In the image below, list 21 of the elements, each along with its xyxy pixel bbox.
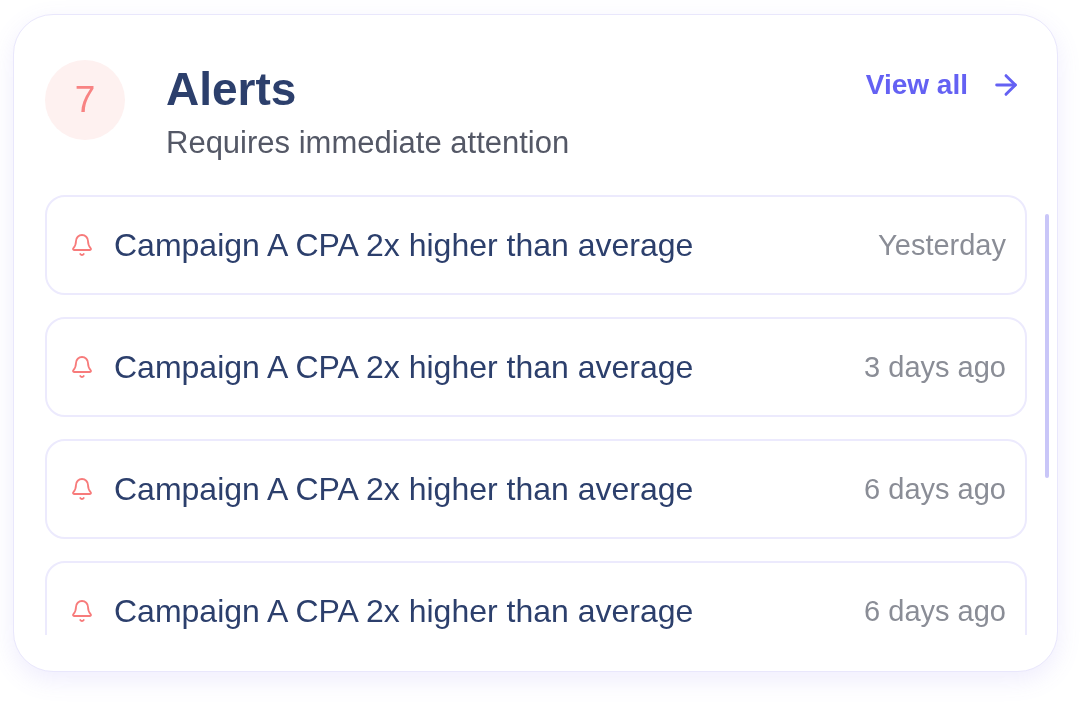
view-all-link[interactable]: View all (865, 64, 1022, 106)
scrollbar-thumb[interactable] (1045, 214, 1049, 478)
alert-message: Campaign A CPA 2x higher than average (114, 226, 694, 264)
alert-time: 3 days ago (864, 350, 1006, 385)
card-title: Alerts (166, 63, 297, 115)
alert-row[interactable]: Campaign A CPA 2x higher than average 6 days ago (45, 561, 1027, 635)
bell-icon (70, 477, 94, 501)
alert-row[interactable]: Campaign A CPA 2x higher than average 3 days ago (45, 317, 1027, 417)
bell-icon (70, 599, 94, 623)
alert-row[interactable]: Campaign A CPA 2x higher than average Yesterday (45, 195, 1027, 295)
alert-time: Yesterday (878, 228, 1006, 263)
alert-message: Campaign A CPA 2x higher than average (114, 592, 694, 630)
bell-icon (70, 355, 94, 379)
alert-message: Campaign A CPA 2x higher than average (114, 348, 694, 386)
card-subtitle: Requires immediate attention (166, 125, 570, 161)
alert-message: Campaign A CPA 2x higher than average (114, 470, 694, 508)
alert-time: 6 days ago (864, 594, 1006, 629)
count-badge: 7 (45, 60, 125, 140)
bell-icon (70, 233, 94, 257)
alert-time: 6 days ago (864, 472, 1006, 507)
alert-row[interactable]: Campaign A CPA 2x higher than average 6 days ago (45, 439, 1027, 539)
